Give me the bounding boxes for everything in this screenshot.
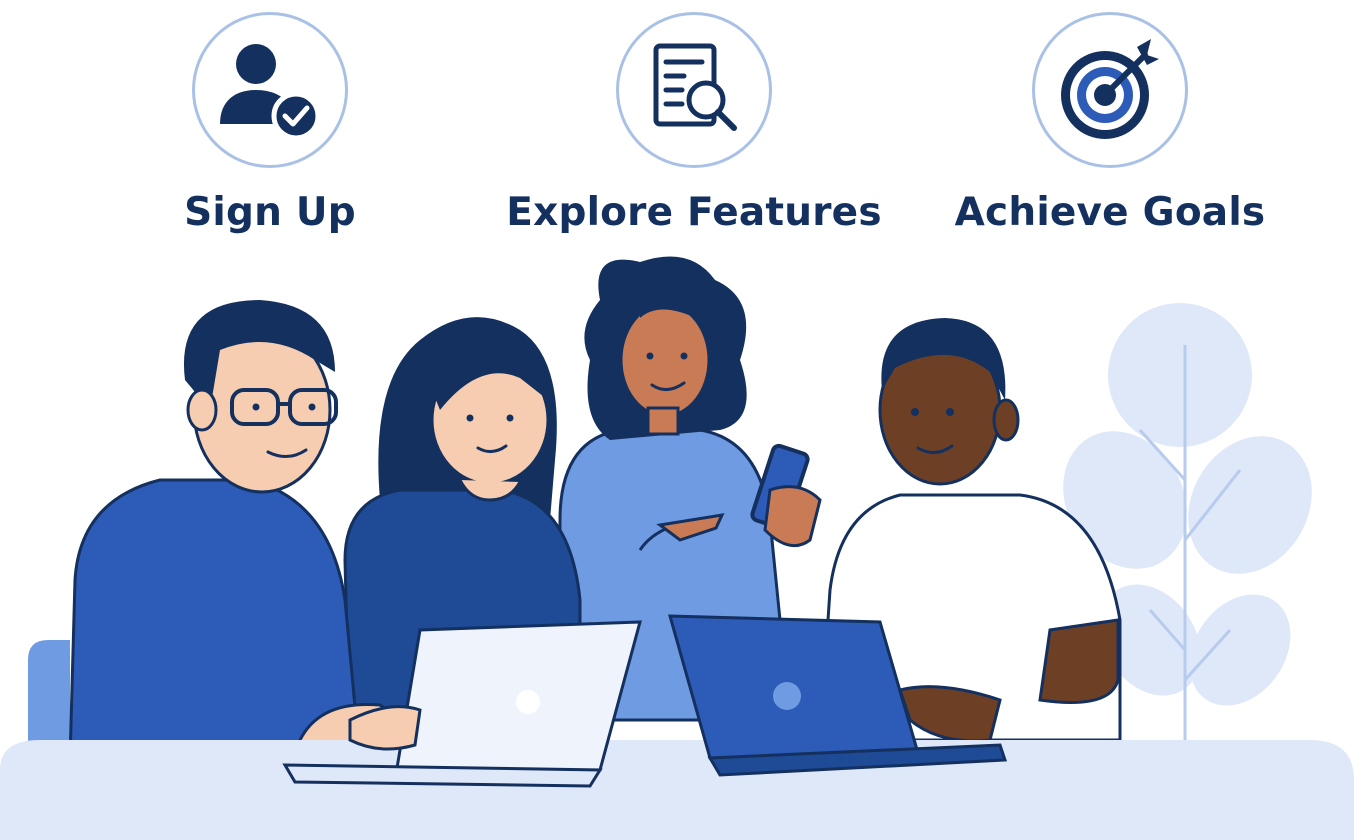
step-icon-ring <box>616 12 772 168</box>
team-scene <box>0 256 1354 840</box>
document-search-icon <box>653 43 737 131</box>
step-icon-ring <box>192 12 348 168</box>
target-arrow-icon <box>1061 39 1159 139</box>
user-check-icon <box>220 44 321 140</box>
onboarding-illustration: Sign Up Explore Features Achieve Goals <box>0 0 1354 840</box>
step-explore-features: Explore Features <box>506 12 882 235</box>
step-label-sign-up: Sign Up <box>184 190 356 235</box>
step-label-achieve-goals: Achieve Goals <box>954 190 1266 235</box>
step-achieve-goals: Achieve Goals <box>940 12 1280 235</box>
step-sign-up: Sign Up <box>100 12 440 235</box>
table <box>0 740 1354 840</box>
step-icon-ring <box>1032 12 1188 168</box>
step-label-explore-features: Explore Features <box>506 190 882 235</box>
